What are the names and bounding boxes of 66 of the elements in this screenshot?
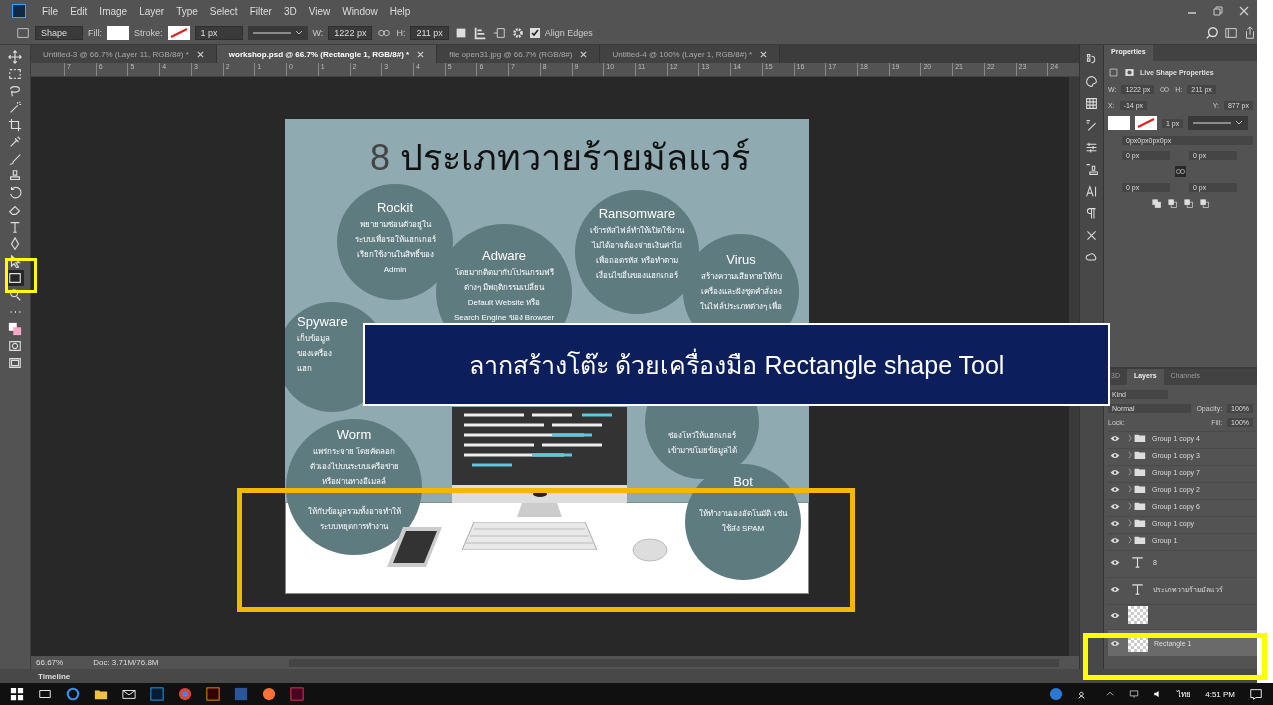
- bubble-text: เงื่อนไขอื่นของแฮกเกอร์: [596, 269, 679, 282]
- bubble-text: เก็บข้อมูล: [297, 332, 331, 346]
- bubble-text: สร้างความเสียหายให้กับ: [700, 271, 782, 283]
- document-tab[interactable]: workshop.psd @ 66.7% (Rectangle 1, RGB/8#) *: [216, 45, 438, 63]
- align-edges-label: Align Edges: [544, 28, 593, 38]
- bubble-text: Admin: [383, 264, 407, 276]
- menu-item[interactable]: 3D: [277, 5, 303, 17]
- document-tab[interactable]: Untitled-3 @ 66.7% (Layer 11, RGB/8#) *: [31, 45, 217, 63]
- bubble-text: ระบบเพื่อรอให้แฮกเกอร์: [354, 233, 436, 246]
- timeline-tab[interactable]: Timeline: [38, 671, 71, 681]
- bubble-text: ช่องโหว่ให้แฮกเกอร์: [668, 430, 737, 442]
- bubble-text: โดยมากติดมากับโปรแกรมฟรี: [454, 267, 554, 279]
- bubble-title: Rockit: [376, 200, 414, 215]
- document-size: Doc: 3.71M/76.8M: [93, 658, 159, 667]
- bubble-text: ในไฟล์ประเภทต่างๆ เพื่อ: [699, 300, 783, 313]
- bubble-title: Worm: [336, 427, 372, 442]
- bubble-text: พยายามซ่อนตัวอยู่ใน: [359, 219, 431, 232]
- menu-item[interactable]: Edit: [64, 5, 94, 17]
- bubble-text: เครื่องและฝังชุดคำสั่งลง: [700, 285, 782, 298]
- bubble-text: ตัวเองไปบนระบบเครือข่าย: [309, 461, 399, 473]
- height-label: H:: [396, 28, 406, 38]
- bubble-text: ให้ทำงานเองอัตโนมัติ เช่น: [699, 508, 787, 520]
- bubble-title: Bot: [733, 474, 753, 489]
- menu-item[interactable]: Layer: [133, 5, 171, 17]
- bubble-text: เข้ามาขโมยข้อมูลได้: [667, 445, 737, 458]
- document-tab[interactable]: Untitled-4 @ 100% (Layer 1, RGB/8#) *: [600, 45, 781, 63]
- bubble-text: ไม่ได้อาจต้องจ่ายเงินค่าไถ่: [592, 240, 683, 252]
- menu-item[interactable]: View: [302, 5, 337, 17]
- zoom-level: 66.67%: [36, 658, 64, 667]
- infographic-title: ประเภทวายร้ายมัลแวร์: [400, 136, 751, 180]
- fill-label: Fill:: [88, 28, 102, 38]
- bubble-text: แพร่กระจาย โดยคัดลอก: [312, 446, 396, 458]
- menu-item[interactable]: Filter: [243, 5, 278, 17]
- bubble-text: ต่างๆ มีพฤติกรรมเปลี่ยน: [463, 281, 545, 294]
- bubble-title: Virus: [726, 252, 756, 267]
- menu-item[interactable]: Window: [336, 5, 384, 17]
- title-number: 8: [370, 137, 391, 179]
- document-tab[interactable]: file open31.jpg @ 66.7% (RGB/8#): [437, 45, 601, 63]
- menu-item[interactable]: Help: [383, 5, 417, 17]
- bubble-text: ระบบหยุดการทำงาน: [320, 521, 389, 533]
- menu-item[interactable]: Select: [203, 5, 244, 17]
- language-indicator[interactable]: ไทย: [1177, 687, 1192, 701]
- menu-item[interactable]: File: [36, 5, 65, 17]
- bubble-text: ให้กับข้อมูลรวมทั้งอาจทำให้: [307, 505, 401, 519]
- height-field[interactable]: 211 px: [410, 26, 449, 40]
- bubble-title: Spyware: [297, 314, 348, 329]
- bubble-text: หรือผ่านทางอีเมลล์: [322, 476, 387, 488]
- shape-mode-dropdown[interactable]: Shape: [35, 26, 83, 40]
- bubble-text: เข้ารหัสไฟล์ทำให้เปิดใช้งาน: [590, 225, 685, 237]
- menu-item[interactable]: Type: [170, 5, 204, 17]
- caption-banner: ลากสร้างโต๊ะ ด้วยเครื่องมือ Rectangle shape Tool: [363, 323, 1110, 406]
- stroke-width-field[interactable]: 1 px: [194, 26, 243, 40]
- width-label: W:: [312, 28, 324, 38]
- bubble-text: Search Engine ของ Browser: [453, 312, 555, 324]
- bubble-title: Adware: [482, 248, 527, 263]
- bubble-title: Ransomware: [598, 206, 676, 221]
- bubble-text: แฮก: [297, 363, 313, 375]
- bubble-text: ใช้ส่ง SPAM: [721, 523, 765, 535]
- width-field[interactable]: 1222 px: [328, 26, 373, 40]
- stroke-label: Stroke:: [134, 28, 163, 38]
- bubble-text: เพื่อถอดรหัส หรือทำตาม: [596, 254, 678, 267]
- bubble-text: Default Website หรือ: [467, 297, 541, 309]
- clock-time[interactable]: 4:51 PM: [1205, 689, 1235, 699]
- bubble-text: ของเครื่อง: [297, 347, 333, 360]
- bubble-text: เรียกใช้งานในสิทธิ์ของ: [356, 247, 434, 261]
- menu-item[interactable]: Image: [93, 5, 134, 17]
